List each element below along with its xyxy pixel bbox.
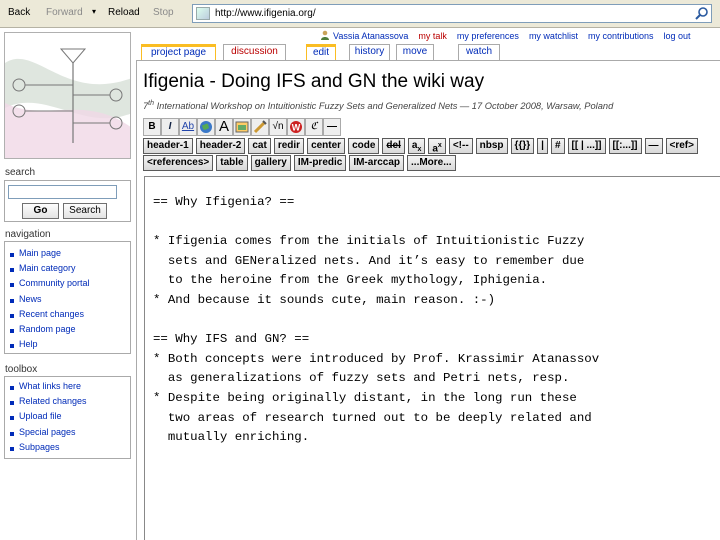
horizontal-line-icon[interactable]: —	[323, 118, 341, 136]
nav-item-community-portal[interactable]: Community portal	[5, 278, 130, 293]
logo-graphic	[5, 48, 130, 158]
headline-icon[interactable]: A	[215, 118, 233, 136]
hash-button[interactable]: #	[550, 138, 565, 154]
user-link[interactable]: Vassia Atanassova	[333, 31, 408, 41]
center-button[interactable]: center	[307, 138, 346, 154]
reload-button[interactable]: Reload	[108, 7, 140, 18]
redir-button[interactable]: redir	[273, 138, 305, 154]
search-button[interactable]: Search	[63, 203, 107, 219]
tab-project-page[interactable]: project page	[141, 44, 216, 61]
stop-button[interactable]: Stop	[153, 7, 174, 18]
template-button[interactable]: {{}}	[510, 138, 535, 154]
piped-link-button[interactable]: [[ | ...]]	[567, 138, 606, 154]
toolbox-item-what-links-here[interactable]: What links here	[5, 381, 130, 396]
nav-item-main-page[interactable]: Main page	[5, 248, 130, 263]
edit-textarea[interactable]: == Why Ifigenia? == * Ifigenia comes fro…	[144, 176, 720, 540]
toolbox-portlet: What links here Related changes Upload f…	[4, 376, 131, 459]
toolbox-item-special-pages[interactable]: Special pages	[5, 427, 130, 442]
site-logo[interactable]	[4, 32, 131, 159]
internal-link-icon[interactable]: Ab	[179, 118, 197, 136]
user-icon	[321, 30, 329, 40]
edit-toolbar-icons: B I Ab A √n W ℭ —	[143, 118, 341, 136]
forward-menu-button[interactable]: ▾	[92, 7, 96, 16]
svg-text:W: W	[292, 123, 301, 133]
nowiki-icon[interactable]: W	[287, 118, 305, 136]
im-predic-button[interactable]: IM-predic	[293, 155, 347, 171]
references-button[interactable]: <references>	[143, 155, 214, 171]
my-watchlist-link[interactable]: my watchlist	[529, 31, 578, 41]
del-button[interactable]: del	[382, 138, 405, 154]
forward-button[interactable]: Forward	[46, 7, 83, 18]
subscript-button[interactable]: ax	[407, 138, 426, 154]
table-button[interactable]: table	[216, 155, 248, 171]
nav-item-random-page[interactable]: Random page	[5, 324, 130, 339]
more-button[interactable]: ...More...	[407, 155, 456, 171]
browser-toolbar: Back Forward ▾ Reload Stop http://www.if…	[0, 0, 720, 28]
editor-buttons-row-2: <references> table gallery IM-predic IM-arcc…	[143, 155, 459, 171]
comment-button[interactable]: <!--	[448, 138, 473, 154]
toolbox-item-upload-file[interactable]: Upload file	[5, 411, 130, 426]
toolbox-item-subpages[interactable]: Subpages	[5, 442, 130, 457]
url-text[interactable]: http://www.ifigenia.org/	[215, 8, 316, 19]
tab-watch[interactable]: watch	[458, 44, 500, 60]
search-input[interactable]	[8, 185, 117, 199]
italic-icon[interactable]: I	[161, 118, 179, 136]
toolbox-heading: toolbox	[5, 364, 38, 375]
editor-buttons-row-1: header-1 header-2 cat redir center code del ax a…	[143, 138, 701, 154]
page-subtitle: 7th International Workshop on Intuitioni…	[143, 100, 613, 111]
dash-button[interactable]: —	[644, 138, 663, 154]
cat-button[interactable]: cat	[248, 138, 271, 154]
tab-edit[interactable]: edit	[306, 44, 336, 61]
header-1-button[interactable]: header-1	[143, 138, 193, 154]
favicon-icon	[196, 7, 210, 20]
tab-discussion[interactable]: discussion	[223, 44, 286, 60]
go-button[interactable]: Go	[22, 203, 59, 219]
toolbox-item-related-changes[interactable]: Related changes	[5, 396, 130, 411]
navigation-portlet: Main page Main category Community portal…	[4, 241, 131, 354]
personal-bar: Vassia Atanassova my talk my preferences my…	[320, 30, 701, 41]
nav-item-news[interactable]: News	[5, 294, 130, 309]
nav-item-help[interactable]: Help	[5, 339, 130, 354]
my-talk-link[interactable]: my talk	[418, 31, 447, 41]
subtitle-text: International Workshop on Intuitionistic…	[154, 101, 614, 112]
navigation-heading: navigation	[5, 229, 51, 240]
im-arccap-button[interactable]: IM-arccap	[349, 155, 405, 171]
search-portlet: Go Search	[4, 180, 131, 222]
my-contributions-link[interactable]: my contributions	[588, 31, 654, 41]
media-icon[interactable]	[251, 118, 269, 136]
back-button[interactable]: Back	[8, 7, 30, 18]
code-button[interactable]: code	[348, 138, 380, 154]
log-out-link[interactable]: log out	[663, 31, 690, 41]
search-heading: search	[5, 167, 36, 178]
my-preferences-link[interactable]: my preferences	[457, 31, 519, 41]
colon-link-button[interactable]: [[:...]]	[608, 138, 642, 154]
ref-button[interactable]: <ref>	[665, 138, 698, 154]
address-bar[interactable]: http://www.ifigenia.org/	[192, 4, 712, 23]
math-icon[interactable]: √n	[269, 118, 287, 136]
pipe-button[interactable]: |	[537, 138, 548, 154]
image-icon[interactable]	[233, 118, 251, 136]
search-icon[interactable]	[694, 6, 709, 21]
nbsp-button[interactable]: nbsp	[475, 138, 508, 154]
tab-history[interactable]: history	[349, 44, 390, 60]
gallery-button[interactable]: gallery	[250, 155, 291, 171]
nav-item-recent-changes[interactable]: Recent changes	[5, 309, 130, 324]
header-2-button[interactable]: header-2	[195, 138, 246, 154]
tab-move[interactable]: move	[396, 44, 434, 60]
page-title: Ifigenia - Doing IFS and GN the wiki way	[143, 71, 485, 92]
signature-icon[interactable]: ℭ	[305, 118, 323, 136]
external-link-icon[interactable]	[197, 118, 215, 136]
nav-item-main-category[interactable]: Main category	[5, 263, 130, 278]
superscript-button[interactable]: ax	[428, 138, 446, 154]
content-area: Ifigenia - Doing IFS and GN the wiki way…	[136, 60, 720, 540]
bold-icon[interactable]: B	[143, 118, 161, 136]
